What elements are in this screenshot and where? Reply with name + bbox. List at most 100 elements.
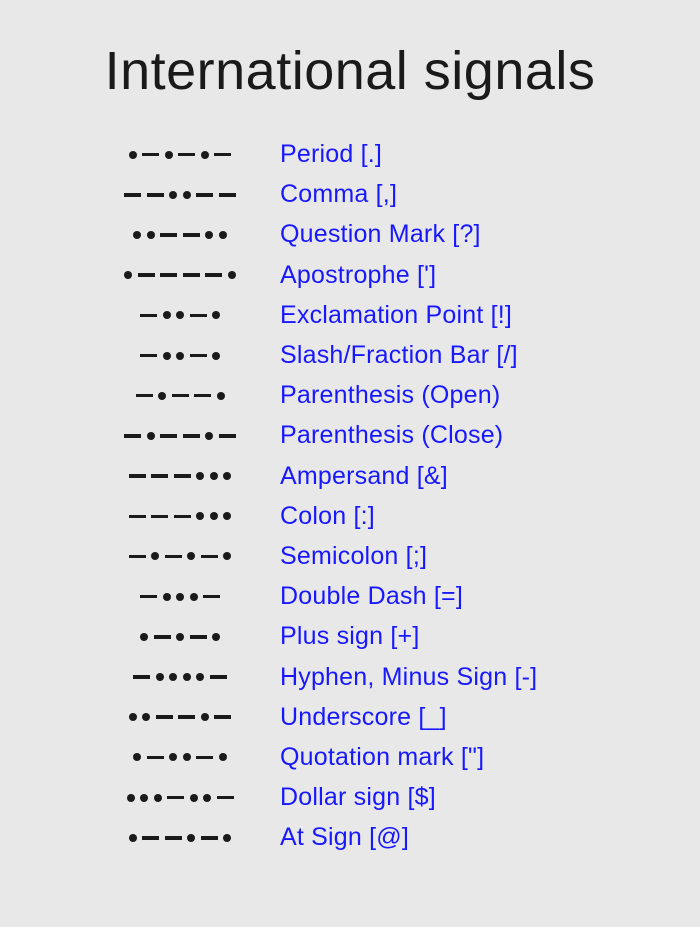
dot-icon — [223, 472, 231, 480]
symbol-label: Apostrophe ['] — [264, 261, 436, 290]
dash-icon — [142, 153, 159, 157]
dash-icon — [160, 434, 177, 438]
dot-icon — [163, 352, 171, 360]
dash-icon — [165, 555, 182, 559]
table-row: At Sign [@] — [96, 819, 670, 856]
dash-icon — [183, 434, 200, 438]
dot-icon — [133, 753, 141, 761]
dot-icon — [223, 512, 231, 520]
dot-icon — [187, 552, 195, 560]
dash-icon — [151, 515, 168, 519]
symbol-label: Plus sign [+] — [264, 622, 419, 651]
dash-icon — [201, 555, 218, 559]
morse-pattern — [96, 311, 264, 319]
dash-icon — [160, 233, 177, 237]
dash-icon — [160, 273, 177, 277]
dot-icon — [163, 311, 171, 319]
dash-icon — [205, 273, 222, 277]
dot-icon — [187, 834, 195, 842]
morse-pattern — [96, 271, 264, 279]
dash-icon — [124, 434, 141, 438]
table-row: Underscore [_] — [96, 699, 670, 736]
dash-icon — [201, 836, 218, 840]
symbol-label: Underscore [_] — [264, 703, 447, 732]
dot-icon — [183, 673, 191, 681]
morse-table: Period [.]Comma [,]Question Mark [?]Apos… — [30, 136, 670, 856]
morse-pattern — [96, 231, 264, 239]
morse-pattern — [96, 352, 264, 360]
dash-icon — [190, 314, 207, 318]
table-row: Hyphen, Minus Sign [-] — [96, 658, 670, 695]
dash-icon — [156, 715, 173, 719]
symbol-label: Parenthesis (Open) — [264, 381, 500, 410]
symbol-label: Parenthesis (Close) — [264, 421, 503, 450]
dot-icon — [163, 593, 171, 601]
table-row: Parenthesis (Open) — [96, 377, 670, 414]
dot-icon — [196, 673, 204, 681]
table-row: Double Dash [=] — [96, 578, 670, 615]
dash-icon — [147, 756, 164, 760]
table-row: Plus sign [+] — [96, 618, 670, 655]
morse-pattern — [96, 633, 264, 641]
morse-pattern — [96, 552, 264, 560]
symbol-label: Dollar sign [$] — [264, 783, 436, 812]
dot-icon — [190, 593, 198, 601]
dot-icon — [176, 311, 184, 319]
dot-icon — [210, 512, 218, 520]
dot-icon — [140, 633, 148, 641]
dot-icon — [127, 794, 135, 802]
table-row: Dollar sign [$] — [96, 779, 670, 816]
dash-icon — [190, 635, 207, 639]
symbol-label: Question Mark [?] — [264, 220, 481, 249]
symbol-label: Hyphen, Minus Sign [-] — [264, 663, 537, 692]
dot-icon — [205, 231, 213, 239]
dash-icon — [174, 515, 191, 519]
symbol-label: Ampersand [&] — [264, 462, 448, 491]
dot-icon — [142, 713, 150, 721]
dot-icon — [169, 673, 177, 681]
morse-pattern — [96, 472, 264, 480]
dash-icon — [129, 555, 146, 559]
symbol-label: Slash/Fraction Bar [/] — [264, 341, 518, 370]
dot-icon — [183, 191, 191, 199]
morse-pattern — [96, 713, 264, 721]
dot-icon — [176, 593, 184, 601]
dash-icon — [194, 394, 211, 398]
dash-icon — [129, 474, 146, 478]
symbol-label: Comma [,] — [264, 180, 397, 209]
dash-icon — [138, 273, 155, 277]
dot-icon — [219, 753, 227, 761]
morse-pattern — [96, 753, 264, 761]
dash-icon — [178, 715, 195, 719]
symbol-label: Quotation mark ["] — [264, 743, 484, 772]
dot-icon — [196, 512, 204, 520]
dot-icon — [129, 151, 137, 159]
dash-icon — [140, 314, 157, 318]
dot-icon — [201, 151, 209, 159]
dash-icon — [154, 635, 171, 639]
symbol-label: Double Dash [=] — [264, 582, 463, 611]
dash-icon — [196, 193, 213, 197]
dash-icon — [172, 394, 189, 398]
table-row: Parenthesis (Close) — [96, 417, 670, 454]
dash-icon — [214, 715, 231, 719]
table-row: Question Mark [?] — [96, 216, 670, 253]
dot-icon — [176, 352, 184, 360]
dot-icon — [212, 311, 220, 319]
dash-icon — [165, 836, 182, 840]
dash-icon — [190, 354, 207, 358]
dash-icon — [167, 796, 184, 800]
dash-icon — [178, 153, 195, 157]
morse-pattern — [96, 432, 264, 440]
dot-icon — [154, 794, 162, 802]
dot-icon — [140, 794, 148, 802]
morse-pattern — [96, 392, 264, 400]
dash-icon — [140, 595, 157, 599]
dot-icon — [212, 352, 220, 360]
dash-icon — [196, 756, 213, 760]
morse-pattern — [96, 593, 264, 601]
dash-icon — [151, 474, 168, 478]
dot-icon — [201, 713, 209, 721]
dash-icon — [147, 193, 164, 197]
dot-icon — [151, 552, 159, 560]
